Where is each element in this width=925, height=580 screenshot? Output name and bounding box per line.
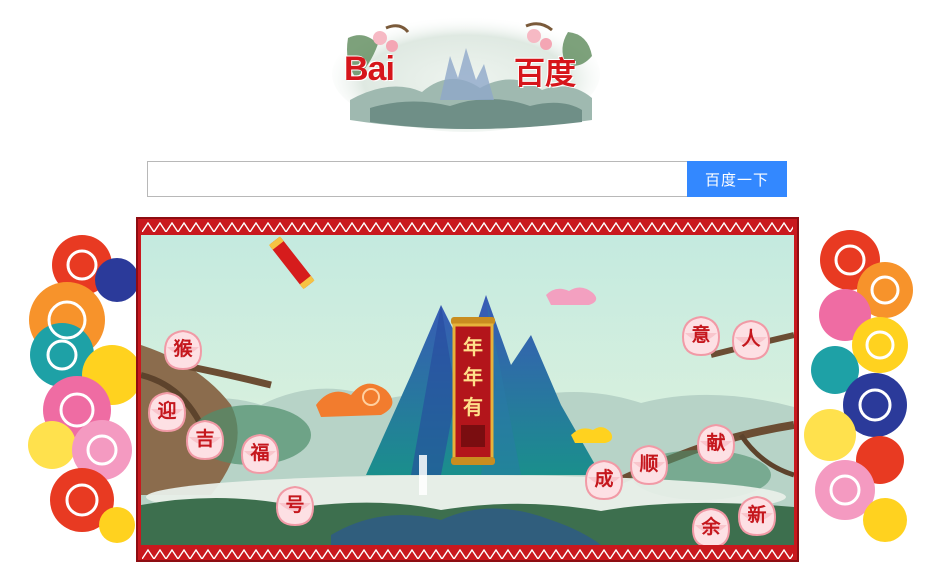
peach-character[interactable]: 顺 xyxy=(627,442,671,486)
peach-char: 余 xyxy=(701,516,721,538)
peach-character[interactable]: 新 xyxy=(735,493,779,537)
search-button[interactable]: 百度一下 xyxy=(687,161,787,197)
couplet-scroll: 年 年 有 xyxy=(451,317,495,465)
peach-char: 意 xyxy=(691,324,711,346)
doodle-scene[interactable]: 年 年 有 猴 迎 吉 福 号 意 人 献 顺 成 新 余 xyxy=(141,235,794,545)
frame-border-bottom xyxy=(142,549,793,559)
peach-character[interactable]: 号 xyxy=(273,483,317,527)
peach-char: 人 xyxy=(741,328,761,350)
logo-text-cjk: 百度 xyxy=(514,56,576,92)
peach-character[interactable]: 献 xyxy=(694,421,738,465)
peach-char: 新 xyxy=(747,504,767,526)
peach-character[interactable]: 人 xyxy=(729,317,773,361)
doodle-game-frame[interactable]: 年 年 有 猴 迎 吉 福 号 意 人 献 顺 成 新 余 xyxy=(136,217,799,562)
baidu-doodle-logo[interactable]: Bai 百度 xyxy=(330,8,602,133)
peach-char: 顺 xyxy=(639,453,659,475)
peach-char: 号 xyxy=(285,494,305,516)
search-input[interactable] xyxy=(147,161,687,197)
frame-border-top xyxy=(142,222,793,232)
logo-text-latin: Bai xyxy=(344,50,395,88)
scroll-char-2: 年 xyxy=(463,365,483,389)
page: Bai 百度 百度一下 年 年 有 猴 迎 吉 福 号 意 人 献 顺 成 新 … xyxy=(0,0,925,580)
peach-char: 吉 xyxy=(195,428,215,450)
scroll-char-1: 年 xyxy=(463,335,483,359)
peach-character[interactable]: 意 xyxy=(679,313,723,357)
peach-character[interactable]: 猴 xyxy=(161,327,205,371)
peach-char: 成 xyxy=(594,468,614,490)
decorative-clouds-left xyxy=(28,235,142,543)
peach-character[interactable]: 吉 xyxy=(183,417,227,461)
peach-character[interactable]: 成 xyxy=(582,457,626,501)
peach-char: 献 xyxy=(706,432,726,454)
peach-character[interactable]: 余 xyxy=(689,505,733,545)
scroll-char-3: 有 xyxy=(463,395,483,419)
peach-char: 猴 xyxy=(173,338,193,360)
peach-char: 福 xyxy=(250,442,270,464)
peach-character[interactable]: 福 xyxy=(238,431,282,475)
decorative-clouds-right xyxy=(804,230,913,542)
